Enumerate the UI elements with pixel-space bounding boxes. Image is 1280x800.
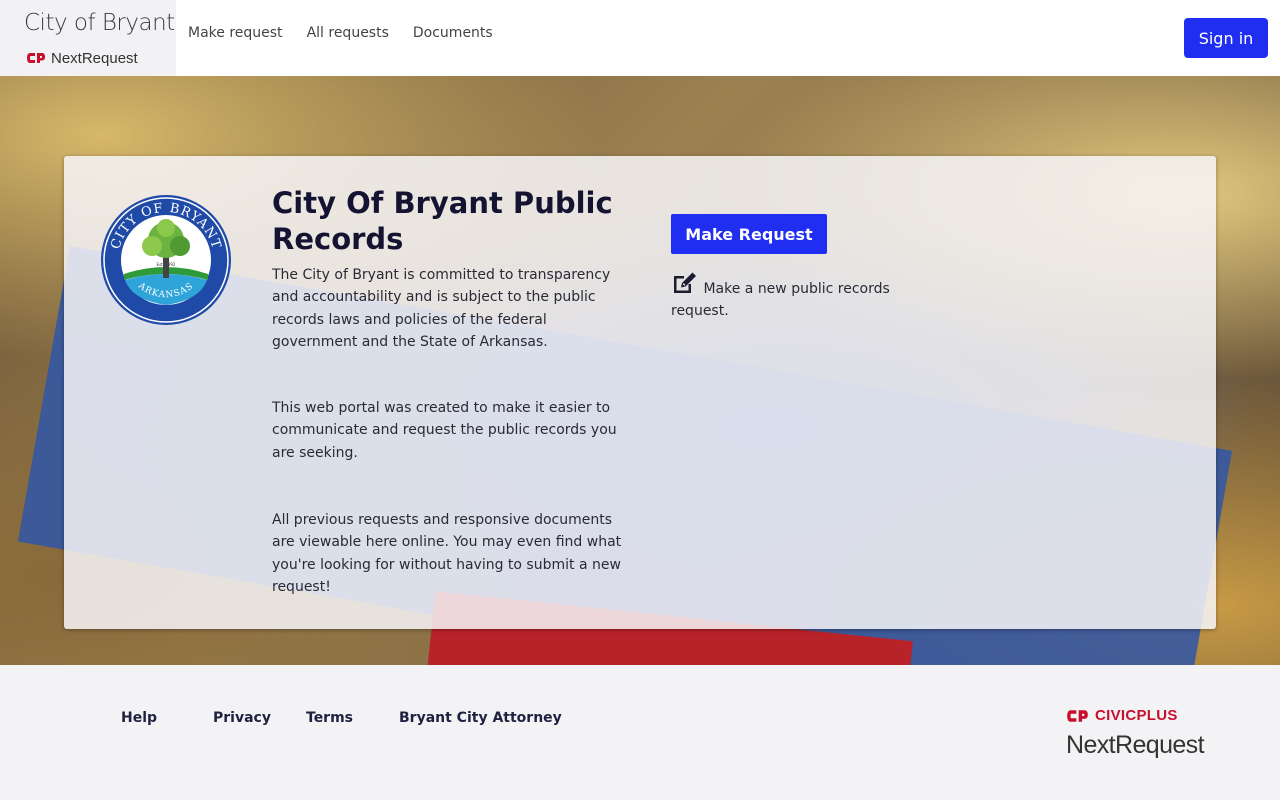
- civicplus-brand[interactable]: CIVICPLUS: [1066, 707, 1178, 724]
- make-request-note: Make a new public records request.: [671, 271, 911, 322]
- make-request-button[interactable]: Make Request: [671, 214, 827, 254]
- footer-link-city-attorney[interactable]: Bryant City Attorney: [399, 710, 562, 726]
- intro-paragraph-1: The City of Bryant is committed to trans…: [272, 267, 611, 351]
- civicplus-logo-icon: [1067, 709, 1088, 722]
- footer: Help Privacy Terms Bryant City Attorney …: [0, 665, 1280, 800]
- main-nav: Make request All requests Documents: [188, 25, 493, 41]
- make-request-note-text: Make a new public records request.: [671, 281, 890, 319]
- intro-paragraph-3: All previous requests and responsive doc…: [272, 512, 622, 596]
- brand-product: NextRequest: [26, 49, 138, 67]
- seal-est-text: Est. 1892: [157, 262, 176, 267]
- page-title: City Of Bryant Public Records: [272, 186, 613, 256]
- intro-paragraph-2: This web portal was created to make it e…: [272, 400, 617, 461]
- brand-title[interactable]: City of Bryant: [24, 10, 175, 36]
- top-navbar: City of Bryant NextRequest Make request …: [0, 0, 1280, 76]
- city-seal-icon: CITY OF BRYANT ARKANSAS Est. 1892: [101, 195, 231, 325]
- edit-icon: [674, 272, 696, 293]
- nav-make-request[interactable]: Make request: [188, 25, 283, 41]
- civicplus-label: CIVICPLUS: [1095, 707, 1178, 724]
- footer-link-terms[interactable]: Terms: [306, 710, 353, 726]
- nav-all-requests[interactable]: All requests: [307, 25, 389, 41]
- brand-block[interactable]: City of Bryant NextRequest: [0, 0, 176, 76]
- footer-link-help[interactable]: Help: [121, 710, 157, 726]
- nextrequest-logo-icon: [27, 53, 45, 63]
- footer-link-privacy[interactable]: Privacy: [213, 710, 271, 726]
- sign-in-button[interactable]: Sign in: [1184, 18, 1268, 58]
- nav-documents[interactable]: Documents: [413, 25, 493, 41]
- footer-product-label: NextRequest: [1066, 731, 1205, 759]
- hero-section: CITY OF BRYANT ARKANSAS Est. 1892 City O…: [0, 76, 1280, 665]
- brand-product-label: NextRequest: [51, 49, 138, 67]
- intro-panel: CITY OF BRYANT ARKANSAS Est. 1892 City O…: [64, 156, 1216, 629]
